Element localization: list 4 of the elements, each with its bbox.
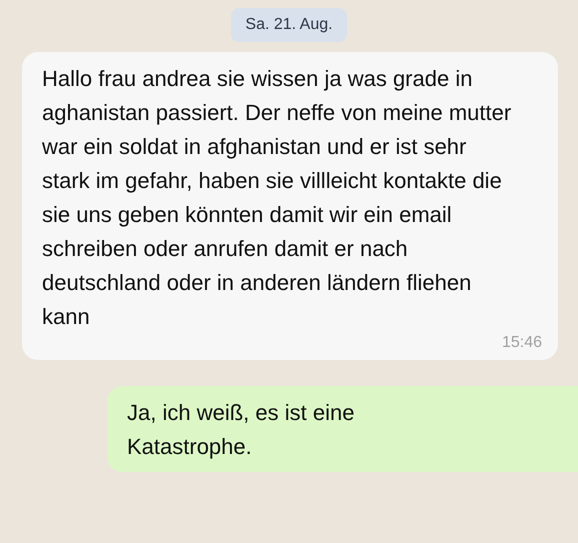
message-text: Ja, ich weiß, es ist eine Katastrophe. [127, 399, 356, 461]
message-time: 15:46 [502, 334, 542, 352]
date-label: Sa. 21. Aug. [231, 8, 347, 42]
message-text: Hallo frau andrea sie wissen ja was grade in aghanistan passiert. Der neffe von meine mutter war ein soldat in afghanistan und er ist sehr stark im gefahr, haben sie villleicht kontakte die sie uns geben könnten damit wir ein email schreiben oder anrufen damit er nach deutschland oder in anderen ländern fliehen kann [42, 65, 512, 331]
